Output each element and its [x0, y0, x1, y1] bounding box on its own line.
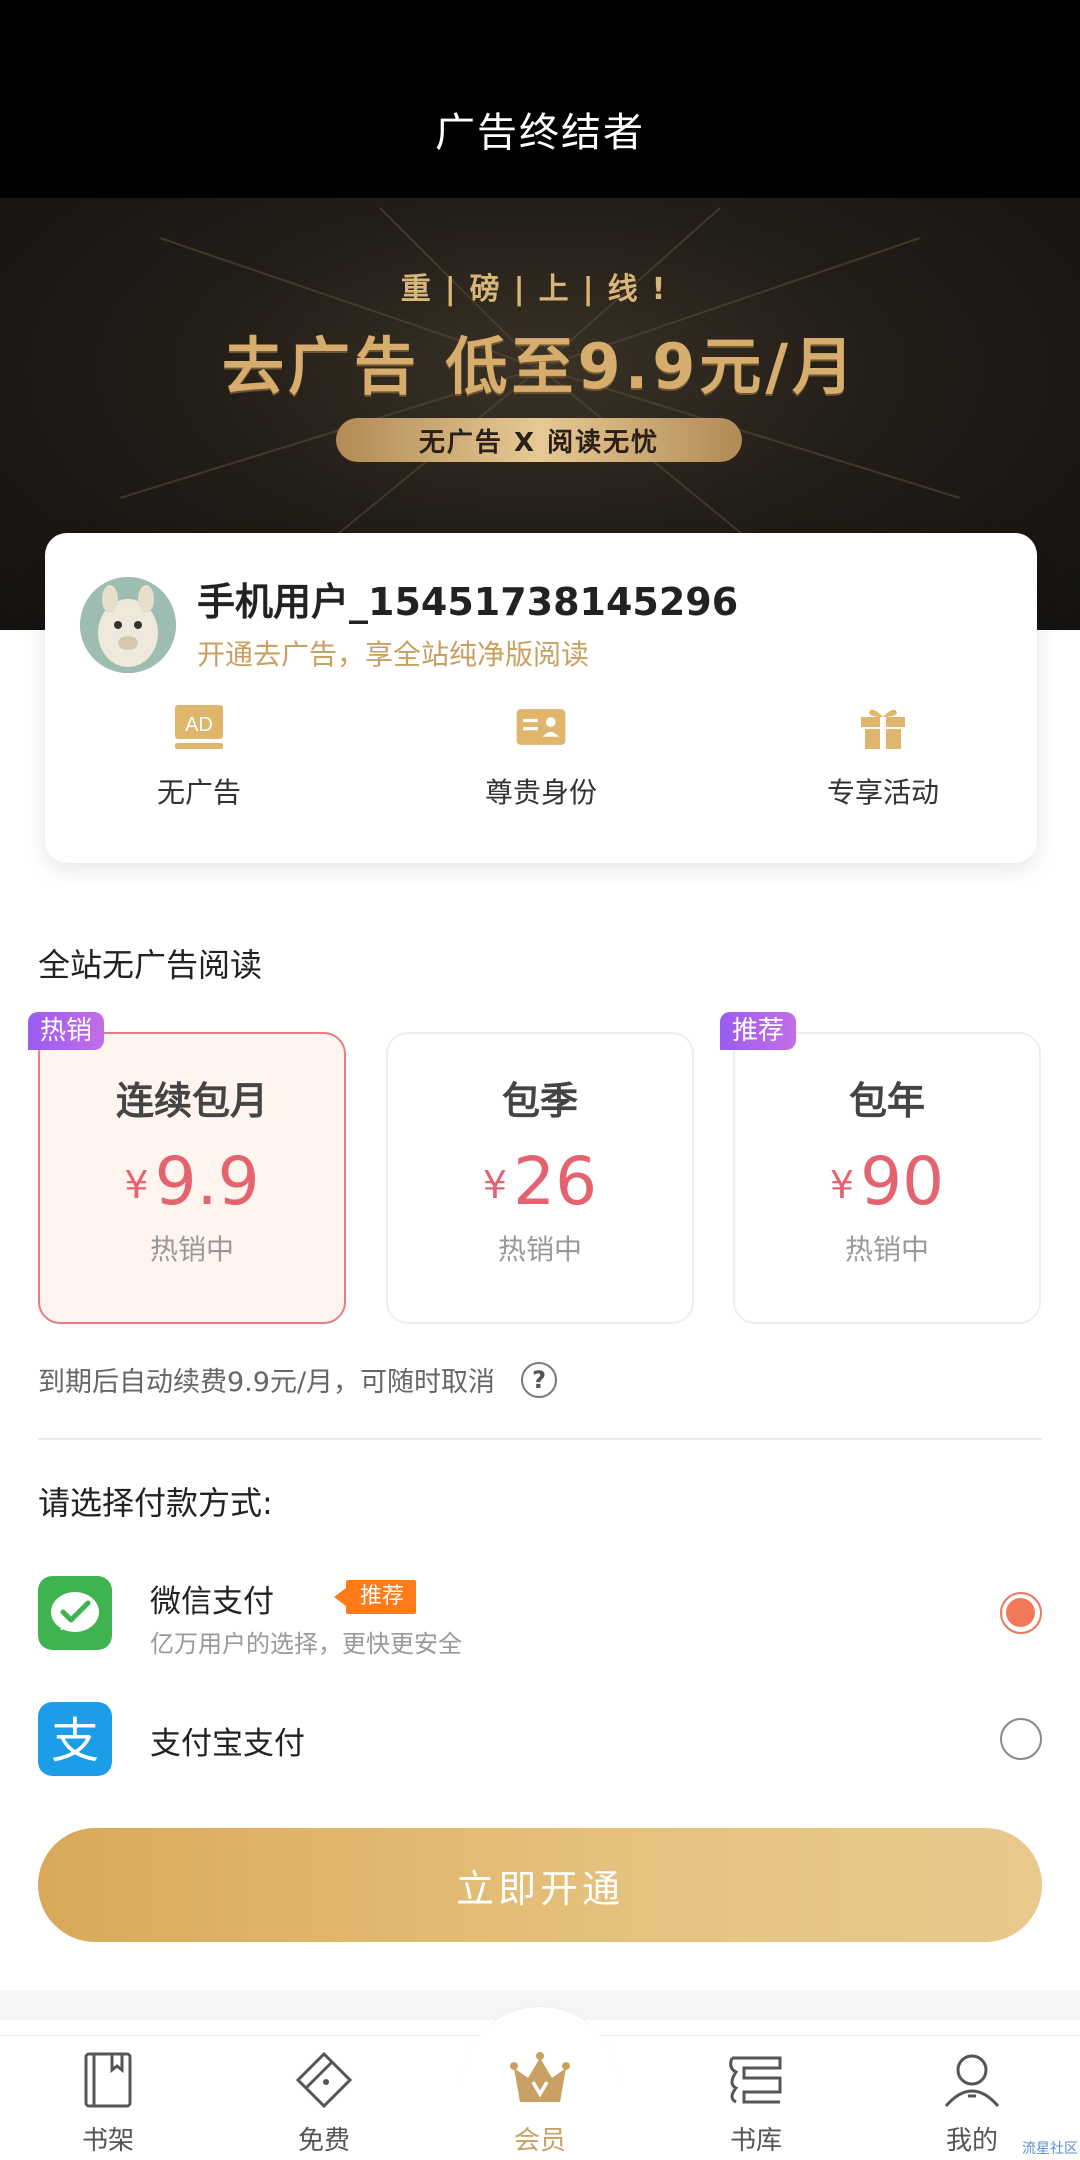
recommend-badge: 推荐 [333, 1580, 417, 1614]
tab-label: 免费 [297, 2126, 350, 2156]
username: 手机用户_15451738145296 [197, 580, 739, 624]
user-card: 手机用户_15451738145296 开通去广告，享全站纯净版阅读 AD 无广… [45, 533, 1037, 863]
plan-price: ¥90 [829, 1143, 945, 1220]
alipay-radio[interactable] [1000, 1718, 1042, 1760]
plan-name: 包季 [501, 1079, 578, 1123]
tab-label: 书库 [729, 2126, 782, 2156]
alipay-icon: 支 [38, 1702, 112, 1776]
tab-vip[interactable]: 会员 [460, 2040, 620, 2157]
tab-free[interactable]: 免费 [244, 2040, 404, 2157]
payment-name: 支付宝支付 [150, 1726, 305, 1762]
divider [38, 1438, 1042, 1440]
plan-quarterly[interactable]: 包季 ¥26 热销中 [386, 1032, 694, 1324]
gift-icon [861, 709, 905, 749]
plan-price: ¥26 [482, 1143, 598, 1220]
id-card-icon [516, 709, 566, 745]
plan-yearly[interactable]: 包年 ¥90 热销中 [733, 1032, 1041, 1324]
activate-button[interactable]: 立即开通 [38, 1828, 1042, 1942]
banner-headline: 去广告 低至9.9元/月 [221, 330, 859, 403]
perk-exclusive-events: 专享活动 [773, 703, 993, 811]
payment-title: 请选择付款方式: [38, 1484, 273, 1522]
banner-kicker: 重|磅|上|线! [400, 272, 680, 307]
avatar[interactable] [80, 577, 176, 673]
svg-text:AD: AD [185, 714, 213, 736]
payment-alipay[interactable]: 支 支付宝支付 [38, 1702, 1042, 1782]
user-subtitle: 开通去广告，享全站纯净版阅读 [197, 638, 590, 671]
tab-label: 会员 [513, 2126, 566, 2156]
plan-status: 热销中 [497, 1233, 582, 1266]
plans-section-title: 全站无广告阅读 [38, 946, 263, 984]
tab-library[interactable]: 书库 [676, 2040, 836, 2157]
payment-desc: 亿万用户的选择，更快更安全 [150, 1630, 462, 1658]
wechat-radio[interactable] [1000, 1592, 1042, 1634]
page-title: 广告终结者 [435, 110, 645, 156]
plan-status: 热销中 [149, 1233, 234, 1266]
crown-icon [510, 2052, 570, 2102]
tab-bookshelf[interactable]: 书架 [28, 2040, 188, 2157]
title-bar: 广告终结者 [0, 60, 1080, 198]
profile-icon [944, 2054, 1000, 2107]
perk-label: 尊贵身份 [484, 776, 597, 809]
plan-name: 连续包月 [115, 1079, 268, 1123]
bookshelf-icon [84, 2052, 132, 2108]
help-icon[interactable]: ? [521, 1361, 558, 1398]
payment-wechat[interactable]: 微信支付 推荐 亿万用户的选择，更快更安全 [38, 1576, 1042, 1658]
auto-renew-text: 到期后自动续费9.9元/月，可随时取消 [38, 1367, 496, 1398]
plan-monthly[interactable]: 连续包月 ¥9.9 热销中 [38, 1032, 346, 1324]
plan-name: 包年 [848, 1079, 925, 1123]
perk-label: 无广告 [156, 776, 241, 809]
perk-vip-identity: 尊贵身份 [431, 703, 651, 811]
hot-sale-tag: 热销 [28, 1012, 105, 1050]
banner-pill: 无广告 X 阅读无忧 [336, 418, 742, 462]
wechat-pay-icon [38, 1576, 112, 1650]
recommended-tag: 推荐 [720, 1012, 797, 1050]
auto-renew-note: 到期后自动续费9.9元/月，可随时取消 ? [38, 1360, 558, 1399]
status-bar [0, 0, 1080, 60]
library-icon [729, 2056, 782, 2104]
perk-no-ads: AD 无广告 [89, 703, 309, 811]
svg-text:支: 支 [51, 1713, 99, 1769]
ad-icon: AD [175, 705, 223, 749]
alpaca-avatar-icon [80, 577, 176, 673]
watermark: 流星社区 [1022, 2141, 1078, 2157]
perk-label: 专享活动 [826, 776, 939, 809]
plan-price: ¥9.9 [124, 1143, 260, 1220]
plan-status: 热销中 [844, 1233, 929, 1266]
free-tag-icon [295, 2051, 353, 2109]
payment-name: 微信支付 [150, 1584, 274, 1620]
tab-label: 书架 [81, 2126, 134, 2156]
